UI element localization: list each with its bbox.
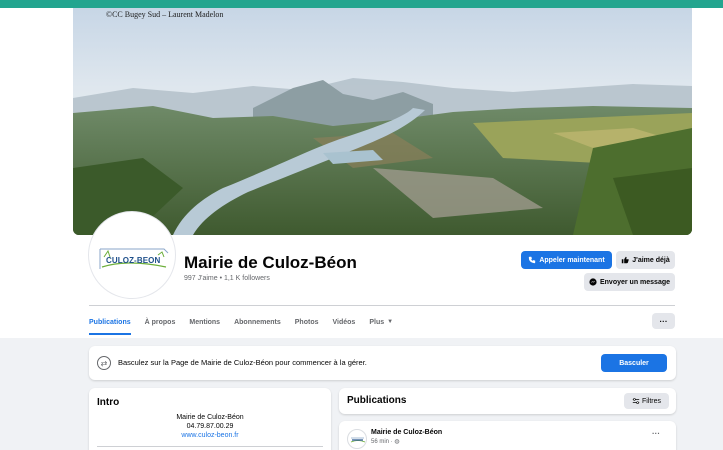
post-timestamp[interactable]: 56 min · ◍ xyxy=(371,438,400,445)
tab-label: Plus xyxy=(369,318,385,326)
tab-label: À propos xyxy=(144,318,176,326)
phone-icon xyxy=(529,256,536,264)
cover-photo[interactable]: ©CC Bugey Sud – Laurent Madelon xyxy=(73,8,692,235)
page-title: Mairie de Culoz-Béon xyxy=(184,253,357,272)
liked-button[interactable]: J'aime déjà xyxy=(616,251,675,269)
intro-title: Intro xyxy=(97,397,120,408)
intro-website-link[interactable]: www.culoz-beon.fr xyxy=(89,432,331,439)
more-options-button[interactable]: ··· xyxy=(652,313,675,329)
post-card: Mairie de Culoz-Béon 56 min · ◍ ··· xyxy=(339,421,676,450)
call-now-button[interactable]: Appeler maintenant xyxy=(521,251,612,269)
post-time-text: 56 min · xyxy=(371,439,393,445)
post-author-avatar[interactable] xyxy=(347,429,367,449)
liked-label: J'aime déjà xyxy=(632,256,670,264)
tab-label: Publications xyxy=(89,318,131,326)
tab-videos[interactable]: Vidéos xyxy=(333,309,356,335)
messenger-icon xyxy=(589,278,597,286)
photo-credit: ©CC Bugey Sud – Laurent Madelon xyxy=(106,10,224,19)
tab-label: Photos xyxy=(294,318,319,326)
page-tabs: Publications À propos Mentions Abonnemen… xyxy=(89,309,407,335)
top-accent-bar xyxy=(0,0,723,8)
filters-button[interactable]: Filtres xyxy=(624,393,669,409)
tab-subscriptions[interactable]: Abonnements xyxy=(234,309,281,335)
tab-publications[interactable]: Publications xyxy=(89,309,131,335)
profile-picture[interactable]: CULOZ-BEON xyxy=(89,212,175,298)
intro-phone: 04.79.87.00.29 xyxy=(186,423,234,430)
tab-label: Vidéos xyxy=(332,318,356,326)
tab-label: Abonnements xyxy=(234,318,281,326)
intro-name: Mairie de Culoz-Béon xyxy=(176,414,244,421)
switch-banner-text: Basculez sur la Page de Mairie de Culoz-… xyxy=(118,358,367,367)
intro-divider xyxy=(97,446,323,447)
post-author-name[interactable]: Mairie de Culoz-Béon xyxy=(371,429,442,436)
tab-photos[interactable]: Photos xyxy=(295,309,319,335)
tab-more[interactable]: Plus ▼ xyxy=(369,309,393,335)
chevron-down-icon: ▼ xyxy=(387,319,394,325)
page-stats: 997 J'aime • 1,1 K followers xyxy=(184,275,270,282)
switch-button[interactable]: Basculer xyxy=(601,354,667,372)
tab-mentions[interactable]: Mentions xyxy=(189,309,220,335)
thumbs-up-icon xyxy=(622,256,630,264)
cover-landscape-image xyxy=(73,8,692,235)
globe-icon: ◍ xyxy=(394,439,400,445)
switch-profile-icon: ⇄ xyxy=(97,356,111,370)
send-message-button[interactable]: Envoyer un message xyxy=(584,273,675,291)
filter-sliders-icon xyxy=(632,398,640,404)
tab-about[interactable]: À propos xyxy=(145,309,176,335)
post-options-button[interactable]: ··· xyxy=(652,429,660,438)
switch-page-banner: ⇄ Basculez sur la Page de Mairie de Culo… xyxy=(89,346,676,380)
culoz-beon-logo-icon xyxy=(350,437,366,443)
call-now-label: Appeler maintenant xyxy=(539,256,605,264)
send-message-label: Envoyer un message xyxy=(599,278,671,286)
logo-text: CULOZ-BEON xyxy=(106,256,161,265)
header-divider xyxy=(89,305,675,306)
intro-card: Intro Mairie de Culoz-Béon 04.79.87.00.2… xyxy=(89,388,331,450)
publications-title: Publications xyxy=(347,395,407,406)
tab-label: Mentions xyxy=(189,318,221,326)
publications-header-card: Publications Filtres xyxy=(339,388,676,414)
filters-label: Filtres xyxy=(641,397,662,405)
